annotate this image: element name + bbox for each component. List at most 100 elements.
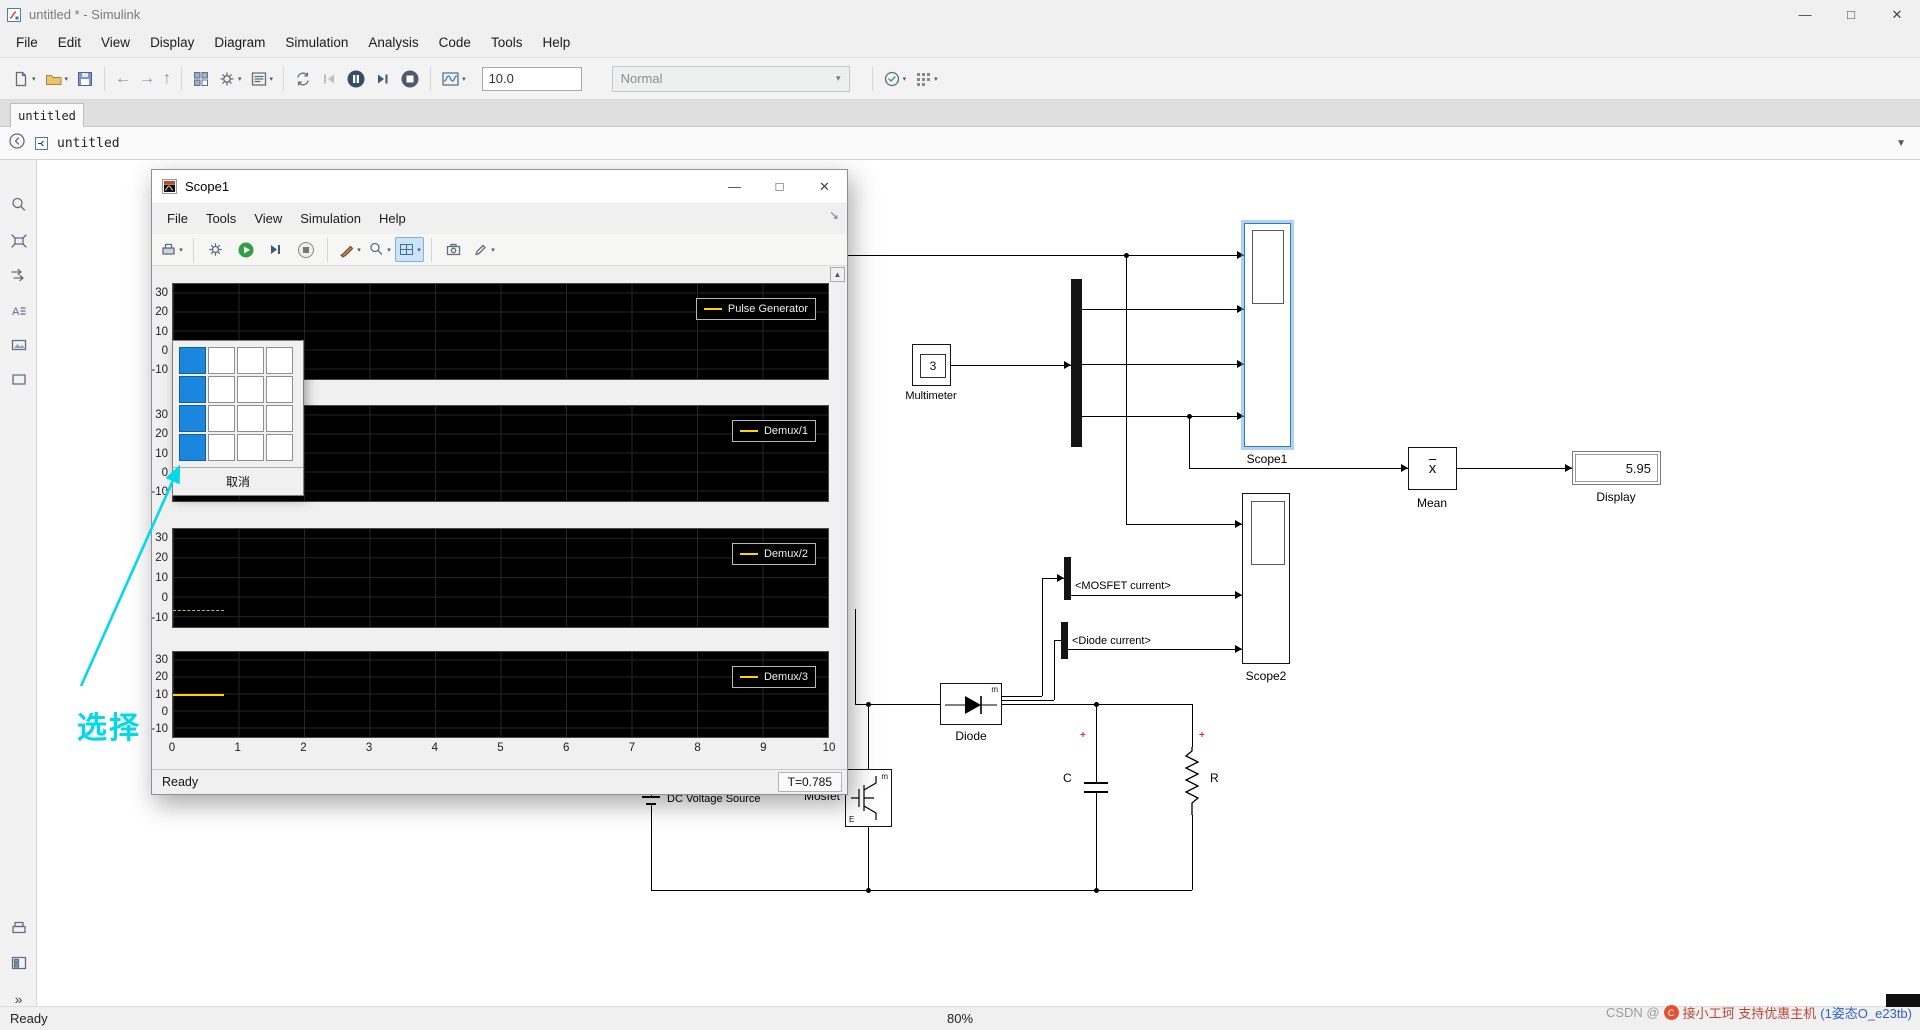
signal-wire[interactable] <box>1082 416 1244 417</box>
menu-item[interactable]: File <box>6 29 48 57</box>
model-configuration-button[interactable]: ▾ <box>246 64 278 94</box>
open-model-button[interactable]: ▾ <box>40 64 73 94</box>
model-browser-button[interactable] <box>6 950 31 975</box>
menu-item[interactable]: View <box>91 29 140 57</box>
signal-wire[interactable] <box>1457 468 1572 469</box>
area-box-button[interactable] <box>6 367 31 392</box>
signal-wire[interactable] <box>1126 524 1242 525</box>
bus-selector-block[interactable] <box>1064 557 1071 600</box>
signal-wire[interactable] <box>1192 704 1193 747</box>
layout-picker-cell[interactable] <box>208 376 235 403</box>
new-model-button[interactable]: ▾ <box>8 64 40 94</box>
bus-selector-block[interactable] <box>1061 622 1068 659</box>
back-button[interactable]: ← <box>111 64 135 94</box>
layout-picker-cell[interactable] <box>237 347 264 374</box>
update-diagram-button[interactable] <box>290 64 316 94</box>
signal-wire[interactable] <box>868 827 869 890</box>
signal-wire[interactable] <box>1054 640 1055 700</box>
signal-wire[interactable] <box>1189 416 1190 468</box>
menu-item[interactable]: Edit <box>48 29 91 57</box>
annotation-button[interactable]: A <box>6 298 31 323</box>
image-button[interactable] <box>6 332 31 357</box>
print-button[interactable]: ▾ <box>157 237 186 262</box>
menu-item[interactable]: Display <box>140 29 204 57</box>
measurements-button[interactable]: ▾ <box>469 237 498 262</box>
demux-block[interactable] <box>1071 279 1082 447</box>
layout-picker-cell[interactable] <box>179 405 206 432</box>
menu-item[interactable]: File <box>158 204 197 234</box>
menu-item[interactable]: View <box>245 204 291 234</box>
signal-wire[interactable] <box>800 255 1244 256</box>
scope1-block[interactable] <box>1244 223 1291 447</box>
signal-wire[interactable] <box>651 805 652 890</box>
layout-picker-cell[interactable] <box>266 405 293 432</box>
tab-untitled[interactable]: untitled <box>10 103 84 128</box>
dock-arrow-icon[interactable]: ↘ <box>829 208 839 222</box>
layout-picker-cell[interactable] <box>179 376 206 403</box>
signal-wire[interactable] <box>1082 309 1244 310</box>
scope-zoom-button[interactable]: ▾ <box>365 237 394 262</box>
layout-picker-cell[interactable] <box>208 405 235 432</box>
scope-run-button[interactable] <box>231 237 260 262</box>
sim-mode-select[interactable]: Normal ▾ <box>611 65 850 92</box>
build-button[interactable]: ▾ <box>910 64 942 94</box>
display-block[interactable]: 5.95 <box>1572 451 1661 485</box>
layout-picker-cell[interactable] <box>266 347 293 374</box>
scope2-block[interactable] <box>1242 493 1290 664</box>
pause-button[interactable] <box>342 64 370 94</box>
zoom-button[interactable] <box>6 192 31 217</box>
simulation-display-button[interactable]: ▾ <box>437 64 470 94</box>
hide-browser-button[interactable] <box>8 132 26 155</box>
signal-wire[interactable] <box>1054 640 1061 641</box>
save-button[interactable] <box>72 64 98 94</box>
viewer-button[interactable] <box>6 915 31 940</box>
signal-wire[interactable] <box>1002 696 1042 697</box>
library-browser-button[interactable] <box>188 64 214 94</box>
diode-block[interactable]: m <box>940 683 1002 725</box>
model-canvas[interactable]: 3 Multimeter Scope1 x Mean 5.95 Display … <box>37 160 1920 1006</box>
signal-wire[interactable] <box>651 890 1192 891</box>
step-forward-button[interactable] <box>370 64 396 94</box>
signal-wire[interactable] <box>1082 364 1244 365</box>
scope-stop-button[interactable] <box>291 237 320 262</box>
trigger-button[interactable] <box>439 237 468 262</box>
menu-item[interactable]: Diagram <box>204 29 275 57</box>
model-advisor-button[interactable]: ▾ <box>879 64 911 94</box>
multimeter-block[interactable]: 3 <box>912 344 951 386</box>
signal-wire[interactable] <box>855 609 856 704</box>
signal-wire[interactable] <box>1071 595 1242 596</box>
signal-wire[interactable] <box>1189 468 1408 469</box>
layout-picker-cell[interactable] <box>208 347 235 374</box>
mosfet-block[interactable]: m E <box>845 769 892 827</box>
signal-wire[interactable] <box>1126 255 1127 524</box>
layout-picker-cancel-button[interactable]: 取消 <box>173 467 303 495</box>
mean-block[interactable]: x <box>1408 447 1457 490</box>
scope-close-button[interactable]: ✕ <box>802 170 847 203</box>
scroll-up-button[interactable]: ▲ <box>830 267 845 282</box>
scope-maximize-button[interactable]: □ <box>757 170 802 203</box>
signal-wire[interactable] <box>1002 700 1054 701</box>
layout-picker-cell[interactable] <box>179 347 206 374</box>
layout-picker-cell[interactable] <box>179 434 206 461</box>
scope-settings-button[interactable] <box>201 237 230 262</box>
signal-wire[interactable] <box>868 704 869 769</box>
breadcrumb-dropdown-icon[interactable]: ▼ <box>1896 138 1906 149</box>
forward-button[interactable]: → <box>135 64 159 94</box>
signal-wire[interactable] <box>1068 649 1242 650</box>
signal-wire[interactable] <box>1096 793 1097 890</box>
scope-step-forward-button[interactable] <box>261 237 290 262</box>
layout-picker-cell[interactable] <box>237 405 264 432</box>
maximize-button[interactable]: □ <box>1828 0 1874 29</box>
signal-wire[interactable] <box>1042 578 1043 696</box>
fit-to-view-button[interactable] <box>6 228 31 253</box>
minimize-button[interactable]: — <box>1782 0 1828 29</box>
stop-button[interactable] <box>396 64 424 94</box>
close-button[interactable]: ✕ <box>1874 0 1920 29</box>
model-settings-button[interactable]: ▾ <box>214 64 246 94</box>
layout-picker-cell[interactable] <box>208 434 235 461</box>
menu-item[interactable]: Tools <box>481 29 533 57</box>
style-button[interactable]: ▾ <box>335 237 364 262</box>
layout-picker-cell[interactable] <box>237 434 264 461</box>
layout-picker-cell[interactable] <box>266 376 293 403</box>
menu-item[interactable]: Analysis <box>358 29 428 57</box>
